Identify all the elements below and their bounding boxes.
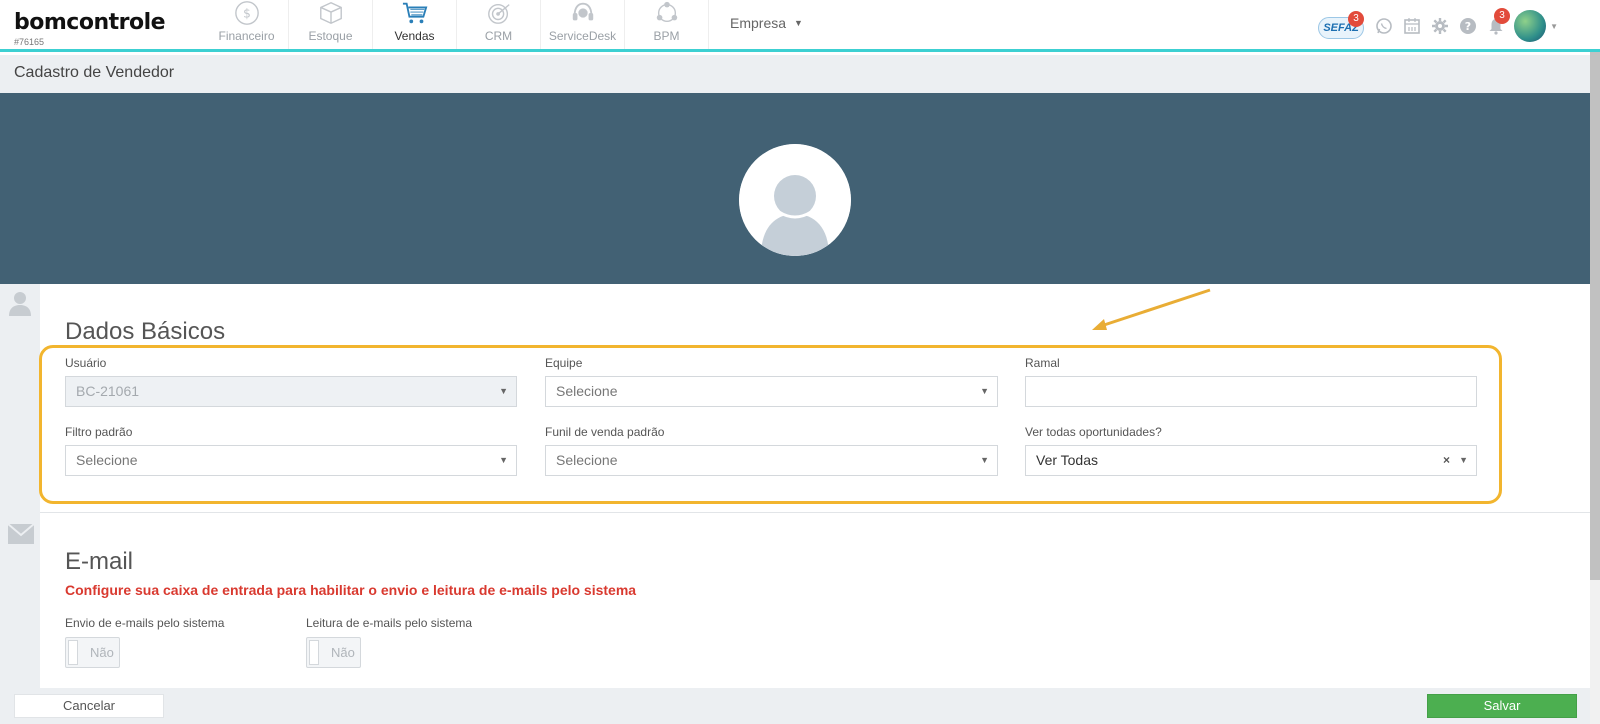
label-envio-emails: Envio de e-mails pelo sistema: [65, 616, 225, 630]
chevron-down-icon: ▼: [794, 18, 803, 28]
ver-todas-value: Ver Todas: [1036, 452, 1099, 468]
chevron-down-icon: ▼: [499, 386, 508, 396]
label-funil: Funil de venda padrão: [545, 425, 665, 439]
company-dropdown-label: Empresa: [730, 15, 787, 31]
form-footer: Cancelar Salvar: [0, 688, 1590, 724]
label-ramal: Ramal: [1025, 356, 1060, 370]
section-divider: [40, 512, 1590, 513]
toggle-knob: [68, 640, 78, 665]
usuario-value: BC-21061: [76, 383, 140, 399]
nav-estoque[interactable]: Estoque: [289, 0, 373, 49]
section-sidebar: [0, 284, 40, 688]
envio-emails-toggle[interactable]: Não: [65, 637, 120, 668]
equipe-select[interactable]: Selecione ▼: [545, 376, 998, 407]
filtro-padrao-value: Selecione: [76, 452, 138, 468]
user-avatar[interactable]: [1514, 10, 1547, 42]
scrollbar-thumb[interactable]: [1590, 0, 1600, 580]
calendar-icon[interactable]: [1402, 16, 1422, 36]
leitura-emails-value: Não: [331, 645, 355, 660]
label-ver-todas: Ver todas oportunidades?: [1025, 425, 1162, 439]
profile-photo[interactable]: [739, 144, 851, 256]
chevron-down-icon[interactable]: ▼: [1550, 22, 1558, 31]
sefaz-button[interactable]: SEFAZ 3: [1318, 11, 1366, 41]
user-placeholder-icon: [739, 144, 851, 256]
annotation-arrow-icon: [1092, 288, 1211, 330]
shopping-cart-icon: [402, 2, 427, 24]
ramal-input[interactable]: [1025, 376, 1477, 407]
envio-emails-value: Não: [90, 645, 114, 660]
box-icon: [319, 2, 342, 24]
company-dropdown[interactable]: Empresa ▼: [730, 15, 803, 31]
page-title: Cadastro de Vendedor: [14, 64, 175, 81]
process-cycle-icon: [656, 1, 677, 23]
target-icon: [487, 3, 510, 24]
envelope-icon: [8, 524, 34, 544]
nav-bpm-label: BPM: [653, 29, 680, 43]
toggle-knob: [309, 640, 319, 665]
gear-icon[interactable]: [1430, 16, 1450, 36]
funil-select[interactable]: Selecione ▼: [545, 445, 998, 476]
svg-text:$: $: [243, 7, 251, 21]
chevron-down-icon: ▼: [1459, 455, 1468, 465]
nav-financeiro-label: Financeiro: [218, 29, 275, 43]
chevron-down-icon: ▼: [980, 386, 989, 396]
profile-banner: [0, 93, 1590, 284]
sefaz-badge: 3: [1348, 11, 1365, 27]
account-id: #76165: [14, 37, 45, 47]
top-navbar: bomcontrole #76165 $ Financeiro Estoque …: [0, 0, 1600, 52]
clear-icon[interactable]: ×: [1443, 446, 1450, 475]
label-leitura-emails: Leitura de e-mails pelo sistema: [306, 616, 473, 630]
chevron-down-icon: ▼: [499, 455, 508, 465]
module-nav: $ Financeiro Estoque Vendas CRM ServiceD…: [205, 0, 709, 52]
notifications-badge: 3: [1494, 8, 1511, 24]
section-title-email: E-mail: [65, 548, 134, 575]
header-actions: SEFAZ 3 ? 3 ▼: [1318, 8, 1558, 44]
nav-estoque-label: Estoque: [308, 29, 353, 43]
ver-todas-select[interactable]: Ver Todas × ▼: [1025, 445, 1477, 476]
nav-crm-label: CRM: [484, 29, 513, 43]
chevron-down-icon: ▼: [980, 455, 989, 465]
help-icon[interactable]: ?: [1458, 16, 1478, 36]
nav-servicedesk-label: ServiceDesk: [548, 29, 617, 43]
whatsapp-icon[interactable]: [1374, 16, 1394, 36]
section-title-dados-basicos: Dados Básicos: [65, 318, 226, 345]
svg-text:?: ?: [1465, 20, 1471, 33]
headset-icon: [572, 2, 593, 21]
bell-icon[interactable]: 3: [1486, 8, 1511, 36]
label-filtro-padrao: Filtro padrão: [65, 425, 133, 439]
nav-vendas-label: Vendas: [394, 29, 435, 43]
user-section-icon: [9, 292, 31, 316]
funil-value: Selecione: [556, 452, 618, 468]
nav-crm[interactable]: CRM: [457, 0, 541, 49]
equipe-value: Selecione: [556, 383, 618, 399]
save-button[interactable]: Salvar: [1427, 694, 1577, 718]
label-usuario: Usuário: [65, 356, 107, 370]
label-equipe: Equipe: [545, 356, 583, 370]
nav-bpm[interactable]: BPM: [625, 0, 709, 49]
dollar-coin-icon: $: [234, 1, 259, 25]
page-header: Cadastro de Vendedor: [0, 55, 1590, 93]
app-logo[interactable]: bomcontrole: [14, 10, 166, 35]
nav-servicedesk[interactable]: ServiceDesk: [541, 0, 625, 49]
annotation-highlight-box: [39, 345, 1502, 504]
nav-vendas[interactable]: Vendas: [373, 0, 457, 49]
usuario-select: BC-21061 ▼: [65, 376, 517, 407]
cancel-button[interactable]: Cancelar: [14, 694, 164, 718]
filtro-padrao-select[interactable]: Selecione ▼: [65, 445, 517, 476]
leitura-emails-toggle[interactable]: Não: [306, 637, 361, 668]
email-warning-text[interactable]: Configure sua caixa de entrada para habi…: [65, 582, 636, 598]
nav-financeiro[interactable]: $ Financeiro: [205, 0, 289, 49]
